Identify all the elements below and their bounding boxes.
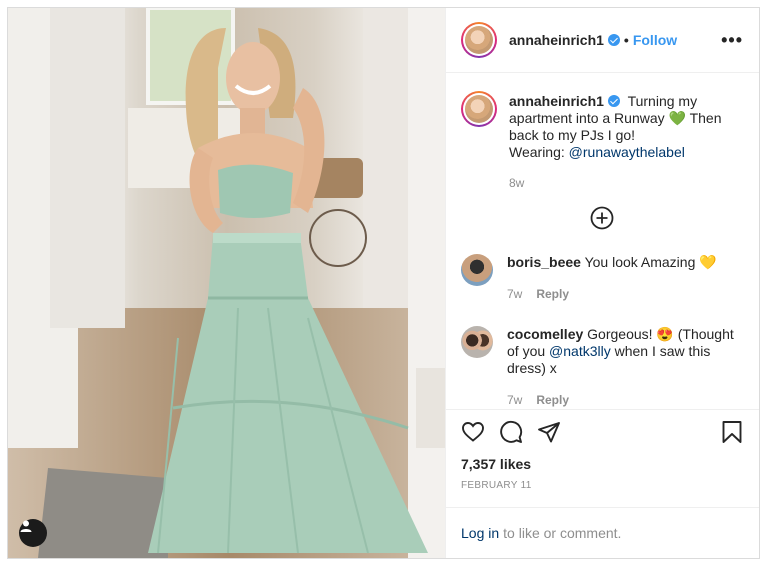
post-date[interactable]: FEBRUARY 11 xyxy=(461,480,743,491)
login-prompt: Log in to like or comment. xyxy=(446,507,759,558)
comment-time[interactable]: 7w xyxy=(507,392,522,409)
comment-time[interactable]: 7w xyxy=(507,286,522,303)
post-container: annaheinrich1 • Follow ••• annaheinrich1… xyxy=(7,7,760,559)
caption-avatar[interactable] xyxy=(461,90,497,127)
commenter-avatar[interactable] xyxy=(461,253,493,286)
face xyxy=(226,42,280,114)
login-prompt-text: to like or comment. xyxy=(503,525,622,541)
likes-count[interactable]: 7,357 likes xyxy=(461,456,743,472)
comments-section: annaheinrich1 Turning my apartment into … xyxy=(446,73,759,409)
comment-text: You look Amazing 💛 xyxy=(584,253,717,270)
plus-circle-icon[interactable] xyxy=(590,206,614,230)
crop-top xyxy=(218,164,293,218)
user-tag-icon[interactable] xyxy=(19,519,47,547)
comment-icon[interactable] xyxy=(499,420,523,444)
comment-item: cocomelley Gorgeous! 😍 (Thought of you @… xyxy=(461,325,743,409)
author-username[interactable]: annaheinrich1 xyxy=(509,32,604,48)
caption-mention-link[interactable]: @runawaythelabel xyxy=(569,144,685,160)
caption-wearing-label: Wearing: xyxy=(509,143,565,160)
follow-button[interactable]: Follow xyxy=(633,32,677,48)
share-icon[interactable] xyxy=(537,420,561,444)
caption: annaheinrich1 Turning my apartment into … xyxy=(461,90,743,192)
action-bar: 7,357 likes FEBRUARY 11 xyxy=(446,408,759,507)
verified-badge-icon xyxy=(607,33,620,46)
load-more-comments xyxy=(461,206,743,230)
caption-username[interactable]: annaheinrich1 xyxy=(509,93,604,109)
door-frame xyxy=(363,8,408,308)
post-sidebar: annaheinrich1 • Follow ••• annaheinrich1… xyxy=(445,8,759,558)
comment-mention-link[interactable]: @natk3lly xyxy=(549,343,611,359)
commenter-username[interactable]: cocomelley xyxy=(507,326,583,342)
heart-icon[interactable] xyxy=(461,420,485,444)
bicycle-wheel xyxy=(309,209,367,267)
commenter-username[interactable]: boris_beee xyxy=(507,254,581,270)
caption-time[interactable]: 8w xyxy=(509,175,524,192)
verified-badge-icon xyxy=(607,94,620,107)
post-header: annaheinrich1 • Follow ••• xyxy=(446,8,759,73)
more-options-icon[interactable]: ••• xyxy=(721,31,743,49)
author-avatar[interactable] xyxy=(461,21,497,58)
separator-dot: • xyxy=(623,31,629,48)
photo-illustration xyxy=(8,8,445,558)
reply-button[interactable]: Reply xyxy=(536,392,569,409)
bookmark-icon[interactable] xyxy=(721,420,743,444)
rug xyxy=(38,468,168,558)
login-link[interactable]: Log in xyxy=(461,525,499,541)
post-photo[interactable] xyxy=(8,8,445,558)
comment-item: boris_beee You look Amazing 💛 7w Reply xyxy=(461,253,743,303)
reply-button[interactable]: Reply xyxy=(536,286,569,303)
commenter-avatar[interactable] xyxy=(461,325,493,358)
